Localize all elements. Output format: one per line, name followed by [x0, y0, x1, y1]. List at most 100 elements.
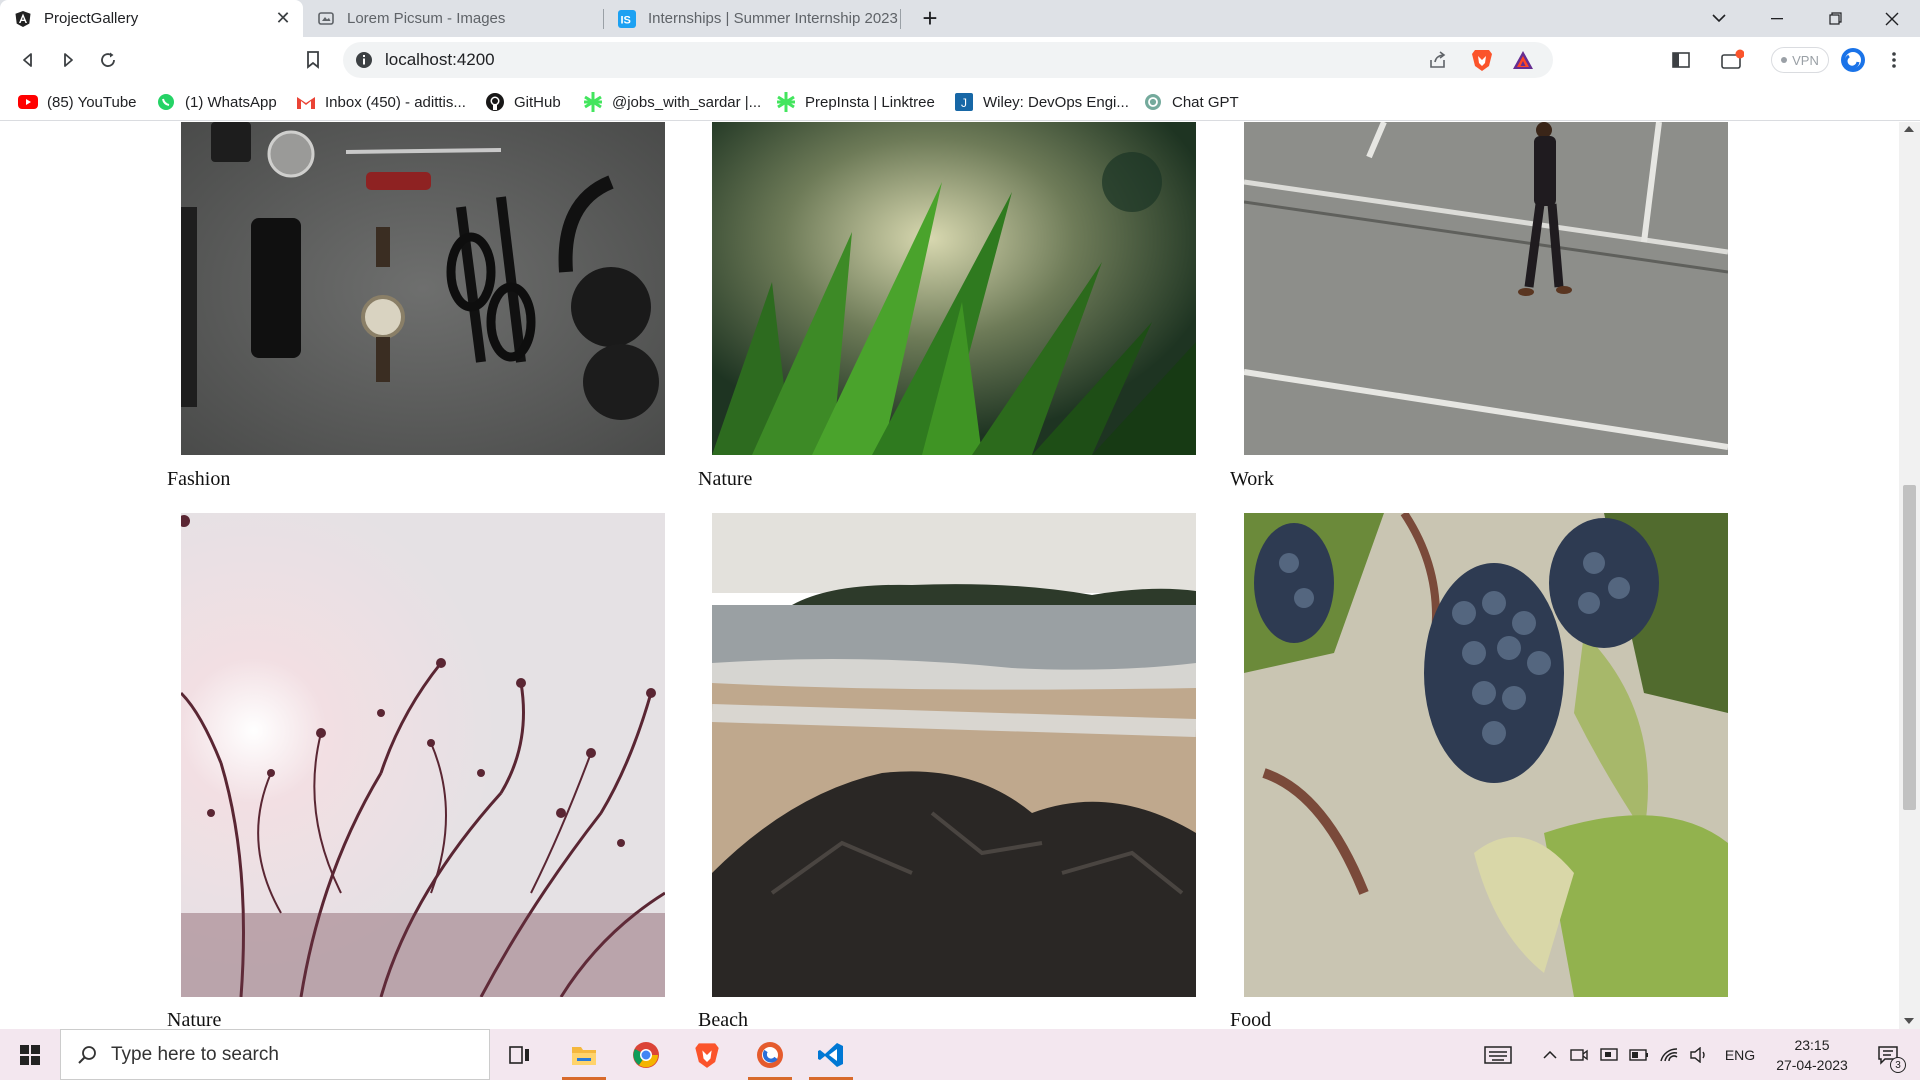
clock-date: 27-04-2023 [1776, 1056, 1848, 1073]
address-bar[interactable]: localhost:4200 [343, 42, 1553, 78]
tab-projectgallery[interactable]: ProjectGallery ✕ [0, 0, 303, 37]
bookmark-gmail[interactable]: Inbox (450) - adittis... [296, 83, 466, 121]
gmail-icon [296, 92, 316, 112]
chevron-down-icon[interactable] [1690, 0, 1748, 37]
taskbar-search-box[interactable]: Type here to search [60, 1029, 490, 1080]
bookmark-wiley[interactable]: J Wiley: DevOps Engi... [954, 83, 1129, 121]
forward-icon[interactable] [53, 45, 83, 75]
reload-icon[interactable] [93, 45, 123, 75]
gallery-caption: Work [1230, 468, 1274, 490]
page-scrollbar[interactable] [1899, 122, 1920, 1029]
bookmark-label: PrepInsta | Linktree [805, 93, 935, 111]
scroll-up-arrow[interactable] [1904, 126, 1914, 132]
restore-button[interactable] [1806, 0, 1864, 37]
sidebar-icon[interactable] [1666, 45, 1696, 75]
vpn-status-dot [1781, 57, 1788, 63]
gallery-caption: Fashion [167, 468, 231, 490]
bookmark-icon[interactable] [298, 45, 328, 75]
gallery-image[interactable] [712, 122, 1196, 455]
page-icon [317, 10, 335, 28]
search-icon [77, 1045, 97, 1065]
bookmark-chatgpt[interactable]: Chat GPT [1143, 83, 1239, 121]
tab-strip: ProjectGallery ✕ Lorem Picsum - Images I… [0, 0, 1920, 37]
scroll-down-arrow[interactable] [1904, 1018, 1914, 1024]
gallery-caption: Beach [698, 1009, 748, 1029]
keyboard-icon[interactable] [1478, 1029, 1518, 1080]
bookmark-label: (1) WhatsApp [185, 93, 277, 111]
windows-taskbar: Type here to search ENG 23:15 27-04-2023 [0, 1029, 1920, 1080]
new-tab-button[interactable]: + [900, 0, 960, 37]
battery-icon[interactable] [1626, 1029, 1652, 1080]
brave-shields-icon[interactable] [1471, 48, 1493, 72]
file-explorer-icon[interactable] [554, 1029, 614, 1080]
task-view-icon[interactable] [490, 1029, 550, 1080]
gallery-image[interactable] [712, 513, 1196, 997]
svg-text:IS: IS [621, 14, 631, 26]
bookmark-prepinsta[interactable]: PrepInsta | Linktree [776, 83, 935, 121]
wiley-icon: J [954, 92, 974, 112]
url-text[interactable]: localhost:4200 [385, 50, 495, 70]
minimize-button[interactable] [1748, 0, 1806, 37]
bookmark-label: GitHub [514, 93, 561, 111]
back-icon[interactable] [13, 45, 43, 75]
page-content: Fashion Nature Work Nature Beach Food [0, 122, 1899, 1029]
tab-title: Lorem Picsum - Images [347, 10, 506, 27]
bookmark-youtube[interactable]: (85) YouTube [18, 83, 137, 121]
bookmark-label: (85) YouTube [47, 93, 137, 111]
bookmark-label: Inbox (450) - adittis... [325, 93, 466, 111]
notification-count-badge: 3 [1890, 1057, 1906, 1073]
github-icon [485, 92, 505, 112]
chevron-up-icon[interactable] [1538, 1029, 1562, 1080]
gallery-image[interactable] [1244, 122, 1728, 455]
brave-rewards-icon[interactable] [1512, 50, 1534, 70]
tab-internships[interactable]: IS Internships | Summer Internship 2023 [604, 0, 900, 37]
volume-icon[interactable] [1686, 1029, 1712, 1080]
tab-title: Internships | Summer Internship 2023 [648, 10, 898, 27]
close-icon[interactable]: ✕ [273, 8, 293, 29]
clock[interactable]: 23:15 27-04-2023 [1764, 1029, 1860, 1080]
youtube-icon [18, 92, 38, 112]
search-placeholder: Type here to search [111, 1043, 279, 1065]
chatgpt-icon [1143, 92, 1163, 112]
windows-start-icon[interactable] [0, 1029, 60, 1080]
chrome-icon[interactable] [616, 1029, 676, 1080]
edge-beta-icon[interactable] [740, 1029, 800, 1080]
bookmark-github[interactable]: GitHub [485, 83, 561, 121]
share-icon[interactable] [1428, 50, 1448, 70]
gallery-image[interactable] [181, 513, 665, 997]
close-window-button[interactable] [1864, 0, 1920, 37]
brave-browser-icon[interactable] [677, 1029, 737, 1080]
meet-now-icon[interactable] [1566, 1029, 1592, 1080]
device-icon[interactable] [1596, 1029, 1622, 1080]
vpn-button[interactable]: VPN [1771, 47, 1829, 73]
scrollbar-thumb[interactable] [1903, 485, 1916, 810]
svg-text:J: J [961, 96, 967, 110]
info-icon[interactable] [355, 51, 373, 69]
clock-time: 23:15 [1794, 1036, 1830, 1053]
vpn-label: VPN [1792, 52, 1819, 68]
gallery-caption: Nature [167, 1009, 222, 1029]
linktree-icon [583, 92, 603, 112]
tab-lorem-picsum[interactable]: Lorem Picsum - Images [303, 0, 603, 37]
bookmark-label: @jobs_with_sardar |... [612, 93, 762, 111]
linktree-icon [776, 92, 796, 112]
bookmark-whatsapp[interactable]: (1) WhatsApp [156, 83, 277, 121]
gallery-caption: Nature [698, 468, 753, 490]
gallery-image[interactable] [1244, 513, 1728, 997]
bookmarks-bar: (85) YouTube (1) WhatsApp Inbox (450) - … [0, 83, 1920, 121]
notification-center-icon[interactable]: 3 [1866, 1029, 1910, 1080]
menu-icon[interactable] [1882, 45, 1906, 75]
vscode-icon[interactable] [801, 1029, 861, 1080]
browser-toolbar: localhost:4200 VPN [0, 37, 1920, 83]
language-indicator[interactable]: ENG [1718, 1029, 1762, 1080]
gallery-caption: Food [1230, 1009, 1272, 1029]
bookmark-jobs-with-sardar[interactable]: @jobs_with_sardar |... [583, 83, 761, 121]
gallery-image[interactable] [181, 122, 665, 455]
wifi-icon[interactable] [1656, 1029, 1682, 1080]
bookmark-label: Chat GPT [1172, 93, 1239, 111]
profile-avatar[interactable] [1838, 45, 1868, 75]
angular-icon [14, 10, 32, 28]
internshala-icon: IS [618, 9, 636, 28]
wallet-icon[interactable] [1717, 45, 1747, 75]
bookmark-label: Wiley: DevOps Engi... [983, 93, 1129, 111]
